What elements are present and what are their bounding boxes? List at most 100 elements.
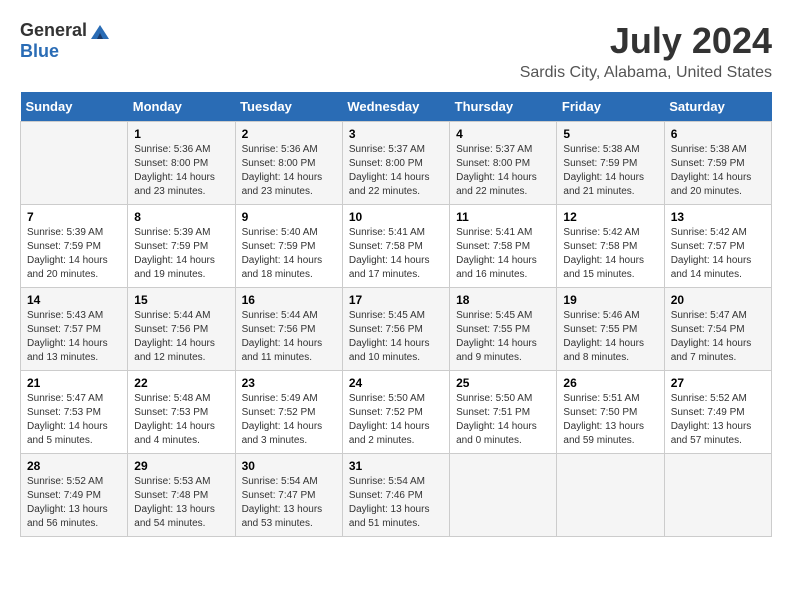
month-year-title: July 2024: [520, 20, 772, 62]
day-info: Sunrise: 5:43 AM Sunset: 7:57 PM Dayligh…: [27, 309, 121, 365]
calendar-cell: 6Sunrise: 5:38 AM Sunset: 7:59 PM Daylig…: [664, 122, 771, 205]
header-day-sunday: Sunday: [21, 92, 128, 122]
page-header: General Blue July 2024 Sardis City, Alab…: [20, 20, 772, 82]
day-number: 19: [563, 293, 657, 307]
calendar-cell: 13 Sunrise: 5:42 AM Sunset: 7:57 PM Dayli…: [664, 205, 771, 288]
day-info: Sunrise: 5:48 AM Sunset: 7:53 PM Dayligh…: [134, 392, 228, 448]
header-day-wednesday: Wednesday: [342, 92, 449, 122]
day-number: 9: [242, 210, 336, 224]
calendar-cell: 10 Sunrise: 5:41 AM Sunset: 7:58 PM Dayli…: [342, 205, 449, 288]
calendar-body: 1 Sunrise: 5:36 AM Sunset: 8:00 PM Daylig…: [21, 122, 772, 537]
title-section: July 2024 Sardis City, Alabama, United S…: [520, 20, 772, 82]
calendar-cell: [664, 454, 771, 537]
calendar-week-1: 1 Sunrise: 5:36 AM Sunset: 8:00 PM Daylig…: [21, 122, 772, 205]
day-info: Sunrise: 5:54 AM Sunset: 7:47 PM Dayligh…: [242, 475, 336, 531]
day-info: Sunrise: 5:36 AM Sunset: 8:00 PM Dayligh…: [134, 143, 228, 199]
calendar-cell: 4 Sunrise: 5:37 AM Sunset: 8:00 PM Daylig…: [450, 122, 557, 205]
day-info: Sunrise: 5:52 AM Sunset: 7:49 PM Dayligh…: [27, 475, 121, 531]
day-number: 21: [27, 376, 121, 390]
header-day-thursday: Thursday: [450, 92, 557, 122]
day-number: 4: [456, 127, 550, 141]
day-number: 13: [671, 210, 765, 224]
calendar-cell: [557, 454, 664, 537]
day-number: 28: [27, 459, 121, 473]
logo-general-text: General: [20, 20, 87, 41]
calendar-cell: 20Sunrise: 5:47 AM Sunset: 7:54 PM Dayli…: [664, 288, 771, 371]
day-number: 20: [671, 293, 765, 307]
day-info: Sunrise: 5:50 AM Sunset: 7:52 PM Dayligh…: [349, 392, 443, 448]
calendar-week-2: 7Sunrise: 5:39 AM Sunset: 7:59 PM Daylig…: [21, 205, 772, 288]
day-info: Sunrise: 5:49 AM Sunset: 7:52 PM Dayligh…: [242, 392, 336, 448]
calendar-cell: 8 Sunrise: 5:39 AM Sunset: 7:59 PM Daylig…: [128, 205, 235, 288]
calendar-week-3: 14 Sunrise: 5:43 AM Sunset: 7:57 PM Dayli…: [21, 288, 772, 371]
header-day-tuesday: Tuesday: [235, 92, 342, 122]
logo-blue-text: Blue: [20, 41, 59, 61]
day-info: Sunrise: 5:41 AM Sunset: 7:58 PM Dayligh…: [349, 226, 443, 282]
day-info: Sunrise: 5:37 AM Sunset: 8:00 PM Dayligh…: [349, 143, 443, 199]
day-info: Sunrise: 5:44 AM Sunset: 7:56 PM Dayligh…: [242, 309, 336, 365]
calendar-cell: 3 Sunrise: 5:37 AM Sunset: 8:00 PM Daylig…: [342, 122, 449, 205]
day-info: Sunrise: 5:39 AM Sunset: 7:59 PM Dayligh…: [134, 226, 228, 282]
day-number: 24: [349, 376, 443, 390]
day-info: Sunrise: 5:45 AM Sunset: 7:55 PM Dayligh…: [456, 309, 550, 365]
day-info: Sunrise: 5:39 AM Sunset: 7:59 PM Dayligh…: [27, 226, 121, 282]
calendar-cell: 24 Sunrise: 5:50 AM Sunset: 7:52 PM Dayli…: [342, 371, 449, 454]
calendar-cell: 15 Sunrise: 5:44 AM Sunset: 7:56 PM Dayli…: [128, 288, 235, 371]
calendar-header: SundayMondayTuesdayWednesdayThursdayFrid…: [21, 92, 772, 122]
day-info: Sunrise: 5:47 AM Sunset: 7:53 PM Dayligh…: [27, 392, 121, 448]
day-info: Sunrise: 5:52 AM Sunset: 7:49 PM Dayligh…: [671, 392, 765, 448]
calendar-cell: [450, 454, 557, 537]
day-number: 25: [456, 376, 550, 390]
day-info: Sunrise: 5:38 AM Sunset: 7:59 PM Dayligh…: [671, 143, 765, 199]
calendar-week-4: 21 Sunrise: 5:47 AM Sunset: 7:53 PM Dayli…: [21, 371, 772, 454]
calendar-cell: 17 Sunrise: 5:45 AM Sunset: 7:56 PM Dayli…: [342, 288, 449, 371]
calendar-table: SundayMondayTuesdayWednesdayThursdayFrid…: [20, 92, 772, 537]
day-info: Sunrise: 5:40 AM Sunset: 7:59 PM Dayligh…: [242, 226, 336, 282]
day-number: 5: [563, 127, 657, 141]
logo-icon: [89, 23, 111, 41]
day-number: 3: [349, 127, 443, 141]
header-day-friday: Friday: [557, 92, 664, 122]
calendar-cell: 19Sunrise: 5:46 AM Sunset: 7:55 PM Dayli…: [557, 288, 664, 371]
calendar-cell: 30 Sunrise: 5:54 AM Sunset: 7:47 PM Dayli…: [235, 454, 342, 537]
calendar-cell: 5 Sunrise: 5:38 AM Sunset: 7:59 PM Daylig…: [557, 122, 664, 205]
day-number: 15: [134, 293, 228, 307]
day-info: Sunrise: 5:42 AM Sunset: 7:58 PM Dayligh…: [563, 226, 657, 282]
day-number: 31: [349, 459, 443, 473]
day-number: 1: [134, 127, 228, 141]
location-text: Sardis City, Alabama, United States: [520, 64, 772, 82]
day-number: 17: [349, 293, 443, 307]
calendar-cell: 26 Sunrise: 5:51 AM Sunset: 7:50 PM Dayli…: [557, 371, 664, 454]
calendar-cell: 18 Sunrise: 5:45 AM Sunset: 7:55 PM Dayli…: [450, 288, 557, 371]
day-number: 30: [242, 459, 336, 473]
day-info: Sunrise: 5:38 AM Sunset: 7:59 PM Dayligh…: [563, 143, 657, 199]
calendar-cell: 12Sunrise: 5:42 AM Sunset: 7:58 PM Dayli…: [557, 205, 664, 288]
day-number: 29: [134, 459, 228, 473]
calendar-cell: 22Sunrise: 5:48 AM Sunset: 7:53 PM Dayli…: [128, 371, 235, 454]
calendar-cell: [21, 122, 128, 205]
calendar-cell: 27Sunrise: 5:52 AM Sunset: 7:49 PM Dayli…: [664, 371, 771, 454]
day-number: 8: [134, 210, 228, 224]
day-info: Sunrise: 5:37 AM Sunset: 8:00 PM Dayligh…: [456, 143, 550, 199]
calendar-cell: 1 Sunrise: 5:36 AM Sunset: 8:00 PM Daylig…: [128, 122, 235, 205]
day-number: 10: [349, 210, 443, 224]
day-info: Sunrise: 5:41 AM Sunset: 7:58 PM Dayligh…: [456, 226, 550, 282]
day-info: Sunrise: 5:42 AM Sunset: 7:57 PM Dayligh…: [671, 226, 765, 282]
calendar-cell: 7Sunrise: 5:39 AM Sunset: 7:59 PM Daylig…: [21, 205, 128, 288]
day-info: Sunrise: 5:45 AM Sunset: 7:56 PM Dayligh…: [349, 309, 443, 365]
calendar-cell: 9 Sunrise: 5:40 AM Sunset: 7:59 PM Daylig…: [235, 205, 342, 288]
header-day-monday: Monday: [128, 92, 235, 122]
calendar-cell: 11Sunrise: 5:41 AM Sunset: 7:58 PM Dayli…: [450, 205, 557, 288]
calendar-cell: 31Sunrise: 5:54 AM Sunset: 7:46 PM Dayli…: [342, 454, 449, 537]
day-number: 26: [563, 376, 657, 390]
day-info: Sunrise: 5:51 AM Sunset: 7:50 PM Dayligh…: [563, 392, 657, 448]
header-day-saturday: Saturday: [664, 92, 771, 122]
calendar-cell: 29Sunrise: 5:53 AM Sunset: 7:48 PM Dayli…: [128, 454, 235, 537]
calendar-cell: 28 Sunrise: 5:52 AM Sunset: 7:49 PM Dayli…: [21, 454, 128, 537]
day-info: Sunrise: 5:44 AM Sunset: 7:56 PM Dayligh…: [134, 309, 228, 365]
calendar-week-5: 28 Sunrise: 5:52 AM Sunset: 7:49 PM Dayli…: [21, 454, 772, 537]
calendar-cell: 16Sunrise: 5:44 AM Sunset: 7:56 PM Dayli…: [235, 288, 342, 371]
day-number: 14: [27, 293, 121, 307]
day-info: Sunrise: 5:36 AM Sunset: 8:00 PM Dayligh…: [242, 143, 336, 199]
day-number: 18: [456, 293, 550, 307]
